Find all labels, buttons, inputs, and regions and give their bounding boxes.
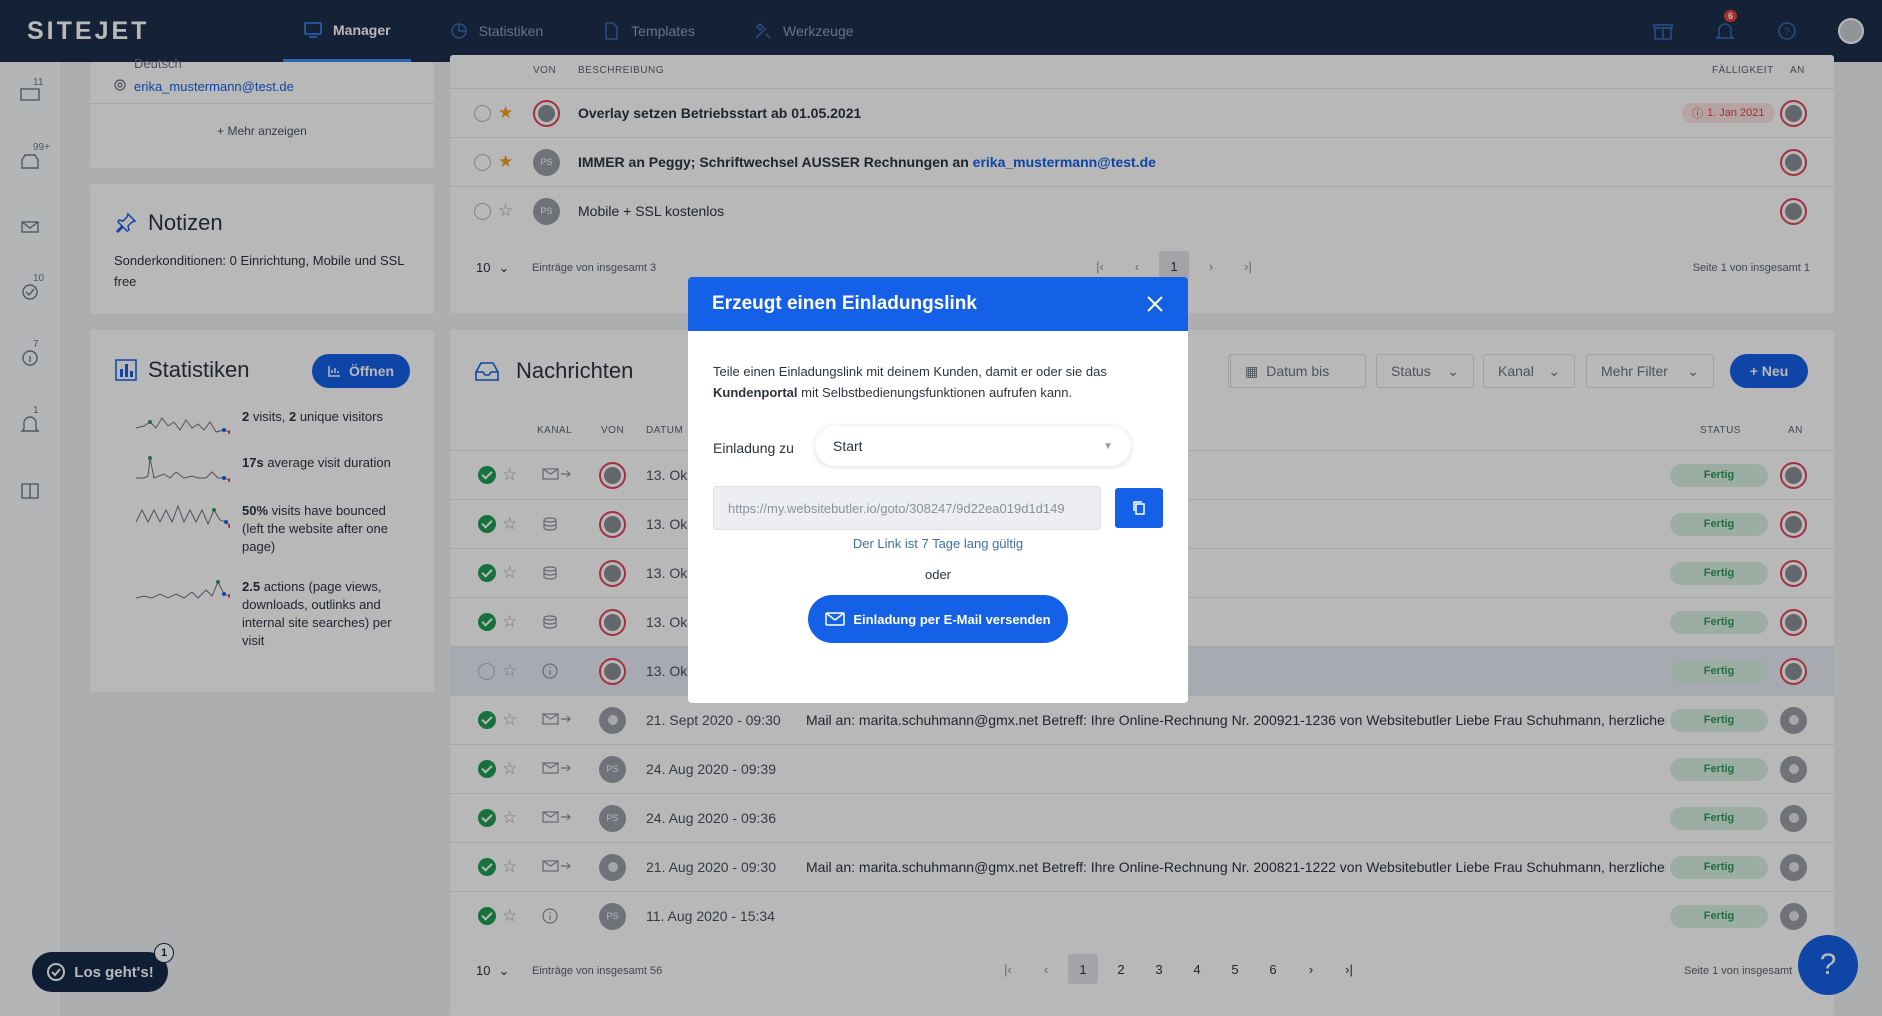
modal-header: Erzeugt einen Einladungslink: [688, 277, 1188, 331]
invite-link-field[interactable]: [713, 486, 1101, 530]
caret-down-icon: ▼: [1103, 440, 1113, 452]
modal-desc-text: Teile einen Einladungslink mit deinem Ku…: [713, 364, 1107, 379]
modal-desc-text-end: mit Selbstbedienungsfunktionen aufrufen …: [797, 385, 1073, 400]
modal-description: Teile einen Einladungslink mit deinem Ku…: [713, 361, 1163, 403]
invite-to-select[interactable]: Start ▼: [815, 426, 1131, 466]
modal-title: Erzeugt einen Einladungslink: [712, 293, 977, 314]
copy-link-button[interactable]: [1115, 488, 1163, 528]
or-separator: oder: [924, 567, 952, 582]
invite-link-modal: Erzeugt einen Einladungslink Teile einen…: [688, 277, 1188, 703]
invite-to-label: Einladung zu: [713, 440, 794, 456]
send-email-invite-button[interactable]: Einladung per E-Mail versenden: [808, 595, 1068, 643]
send-email-invite-label: Einladung per E-Mail versenden: [853, 611, 1051, 627]
invite-to-value: Start: [833, 438, 863, 454]
copy-icon: [1133, 501, 1145, 515]
close-icon[interactable]: [1146, 295, 1164, 313]
modal-desc-bold: Kundenportal: [713, 385, 798, 400]
mail-icon: [825, 612, 846, 626]
link-validity-text: Der Link ist 7 Tage lang gültig: [852, 536, 1024, 551]
